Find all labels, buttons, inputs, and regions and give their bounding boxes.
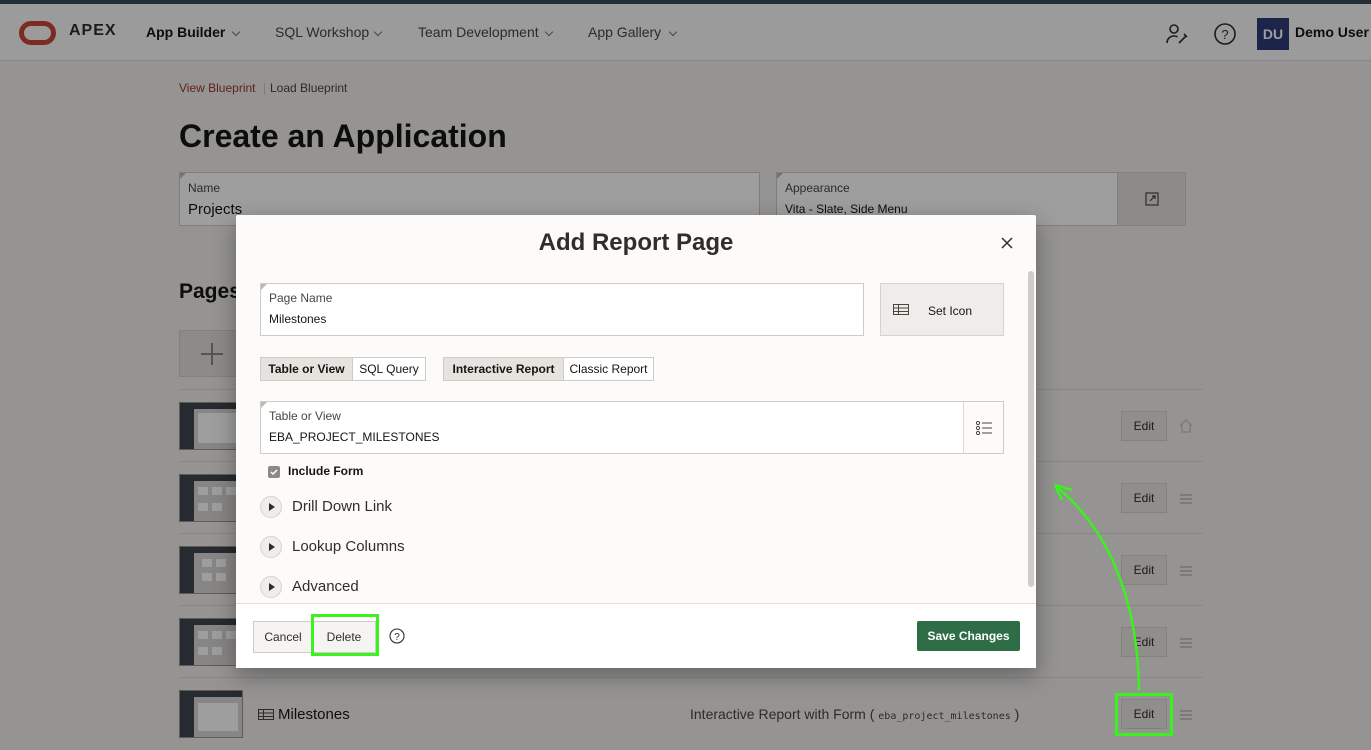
annotation-arrow (1053, 483, 1141, 691)
